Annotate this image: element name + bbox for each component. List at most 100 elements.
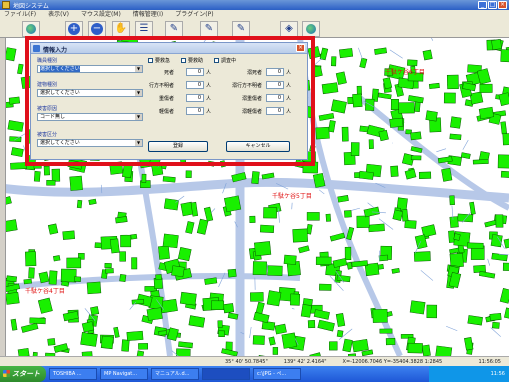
map-building[interactable] [223,303,235,314]
count-input-drowned[interactable]: 0 [266,68,284,76]
map-building[interactable] [329,341,338,351]
map-building[interactable] [490,234,503,248]
check-rescue[interactable]: 要救助 [181,57,203,64]
map-building[interactable] [495,214,504,228]
map-building[interactable] [188,315,206,328]
chevron-down-icon[interactable]: ▼ [135,140,142,146]
map-building[interactable] [313,309,330,320]
map-building[interactable] [249,215,256,223]
map-building[interactable] [146,307,163,321]
map-building[interactable] [446,74,459,90]
minimize-button[interactable]: _ [478,1,487,9]
map-building[interactable] [410,131,422,141]
map-building[interactable] [51,168,61,182]
map-building[interactable] [266,290,282,307]
map-building[interactable] [328,120,336,133]
map-building[interactable] [407,342,423,354]
map-building[interactable] [6,275,18,283]
map-building[interactable] [500,121,508,135]
map-building[interactable] [500,170,509,179]
map-building[interactable] [321,82,339,95]
map-building[interactable] [211,300,225,310]
map-building[interactable] [171,265,185,278]
map-building[interactable] [119,274,127,282]
pan-tool[interactable]: ✋ [112,21,130,37]
map-building[interactable] [176,348,191,356]
map-building[interactable] [5,291,20,305]
task-mp-navigator[interactable]: MP Navigat... [100,368,148,380]
map-building[interactable] [185,221,195,234]
checkbox-rescue[interactable] [181,58,186,63]
menu-mouse[interactable]: マウス設定(M) [81,10,121,19]
map-building[interactable] [131,298,145,305]
map-building[interactable] [17,63,24,75]
map-building[interactable] [69,175,83,191]
map-building[interactable] [374,47,388,55]
map-building[interactable] [259,224,275,233]
map-building[interactable] [121,339,130,352]
map-building[interactable] [499,287,509,304]
map-building[interactable] [28,267,35,279]
map-building[interactable] [120,234,132,248]
map-building[interactable] [379,328,393,334]
map-building[interactable] [177,247,192,262]
pen-tool-1[interactable]: ✎ [165,21,183,37]
map-building[interactable] [428,82,440,90]
map-building[interactable] [344,210,352,218]
dialog-close-button[interactable]: × [296,44,305,52]
menu-file[interactable]: ファイル(F) [4,10,36,19]
list-tool[interactable]: ☰ [135,21,153,37]
map-building[interactable] [351,338,369,353]
map-building[interactable] [344,246,352,261]
map-building[interactable] [155,274,162,281]
map-building[interactable] [90,306,100,316]
map-building[interactable] [252,335,265,345]
checkbox-emergency[interactable] [148,58,153,63]
map-building[interactable] [469,91,484,105]
map-building[interactable] [390,98,399,111]
chevron-down-icon[interactable]: ▼ [135,114,142,120]
map-building[interactable] [450,116,462,129]
map-building[interactable] [158,245,170,260]
map-building[interactable] [105,268,114,274]
map-building[interactable] [319,47,329,61]
map-building[interactable] [10,147,24,158]
map-building[interactable] [491,39,502,51]
map-building[interactable] [73,276,82,282]
map-building[interactable] [425,110,438,122]
count-input-dead[interactable]: 0 [186,68,204,76]
map-building[interactable] [113,326,120,338]
map-building[interactable] [53,255,61,262]
map-building[interactable] [325,213,331,222]
map-building[interactable] [449,133,462,141]
map-building[interactable] [224,195,242,213]
map-building[interactable] [306,212,320,221]
map-building[interactable] [426,304,438,319]
map-building[interactable] [441,167,453,182]
map-building[interactable] [356,85,362,96]
count-input-minor[interactable]: 0 [186,107,204,115]
map-building[interactable] [443,92,456,104]
map-building[interactable] [368,139,374,149]
map-building[interactable] [404,219,417,229]
map-building[interactable] [489,312,502,321]
map-building[interactable] [62,230,75,240]
map-building[interactable] [407,59,418,67]
map-building[interactable] [178,341,193,349]
map-building[interactable] [163,198,179,211]
map-building[interactable] [317,319,335,332]
map-building[interactable] [434,345,453,356]
zoom-in-tool[interactable]: + [65,21,83,37]
map-building[interactable] [130,233,138,240]
map-building[interactable] [217,320,223,328]
map-building[interactable] [421,344,431,356]
map-building[interactable] [342,338,353,353]
map-building[interactable] [377,92,392,100]
map-building[interactable] [47,338,56,346]
register-button[interactable]: 登録 [148,141,208,152]
map-building[interactable] [466,242,484,249]
task-map-system[interactable] [202,368,250,380]
map-building[interactable] [267,265,283,277]
map-building[interactable] [361,349,374,356]
map-building[interactable] [398,102,415,114]
